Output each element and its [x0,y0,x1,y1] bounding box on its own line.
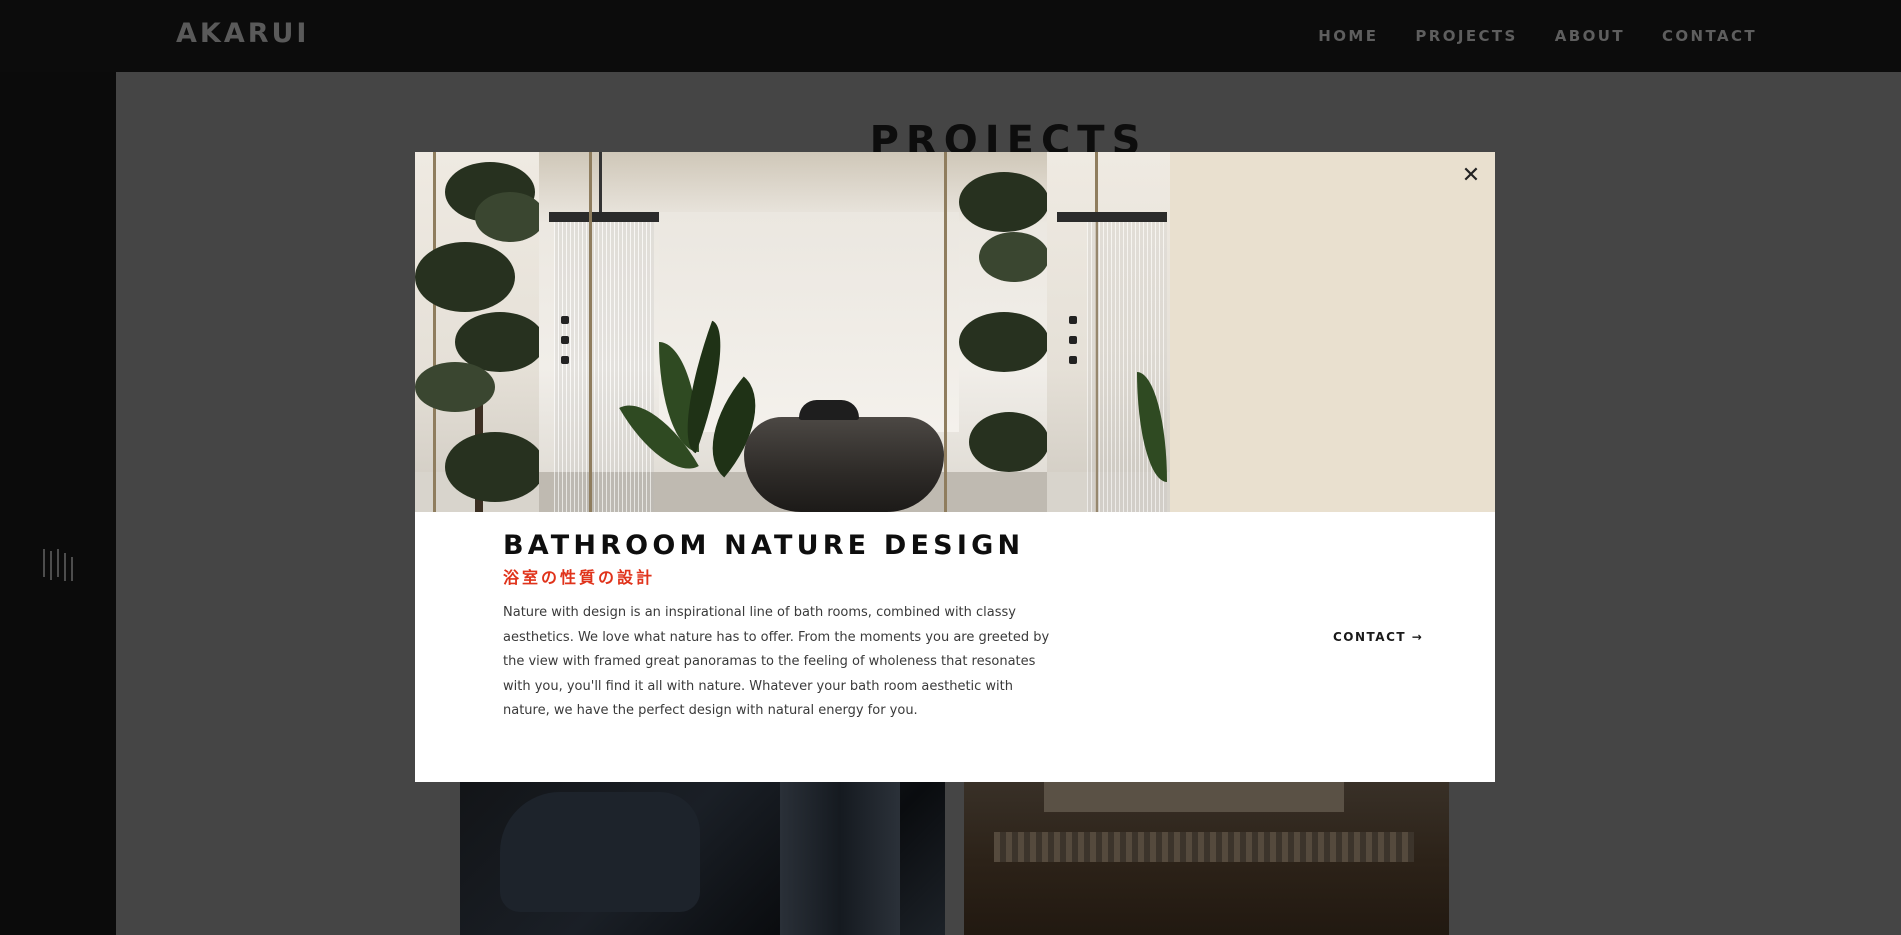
contact-link[interactable]: CONTACT → [1333,630,1423,644]
nav-projects[interactable]: PROJECTS [1415,27,1517,45]
project-details: BATHROOM NATURE DESIGN 浴室の性質の設計 Nature w… [415,512,1495,782]
project-description: Nature with design is an inspirational l… [503,605,1050,718]
bathroom-image-strip [415,152,1170,512]
close-icon[interactable]: ✕ [1459,164,1483,188]
project-thumbnail-1[interactable] [460,772,945,935]
project-thumbnail-2[interactable] [964,772,1449,935]
left-sidebar [0,72,116,935]
site-logo[interactable]: AKARUI [176,18,309,49]
project-title: BATHROOM NATURE DESIGN [503,530,1025,561]
top-navigation-bar: AKARUI HOME PROJECTS ABOUT CONTACT [0,0,1901,72]
project-hero-image [415,152,1495,512]
project-modal: ✕ BATHROOM NATURE DESIGN 浴室の性質の設計 Nature… [415,152,1495,782]
nav-contact[interactable]: CONTACT [1662,27,1757,45]
bars-icon[interactable] [42,547,78,583]
nav-about[interactable]: ABOUT [1555,27,1625,45]
nav-home[interactable]: HOME [1318,27,1378,45]
main-nav: HOME PROJECTS ABOUT CONTACT [1318,27,1757,45]
project-subtitle-japanese: 浴室の性質の設計 [503,568,656,587]
